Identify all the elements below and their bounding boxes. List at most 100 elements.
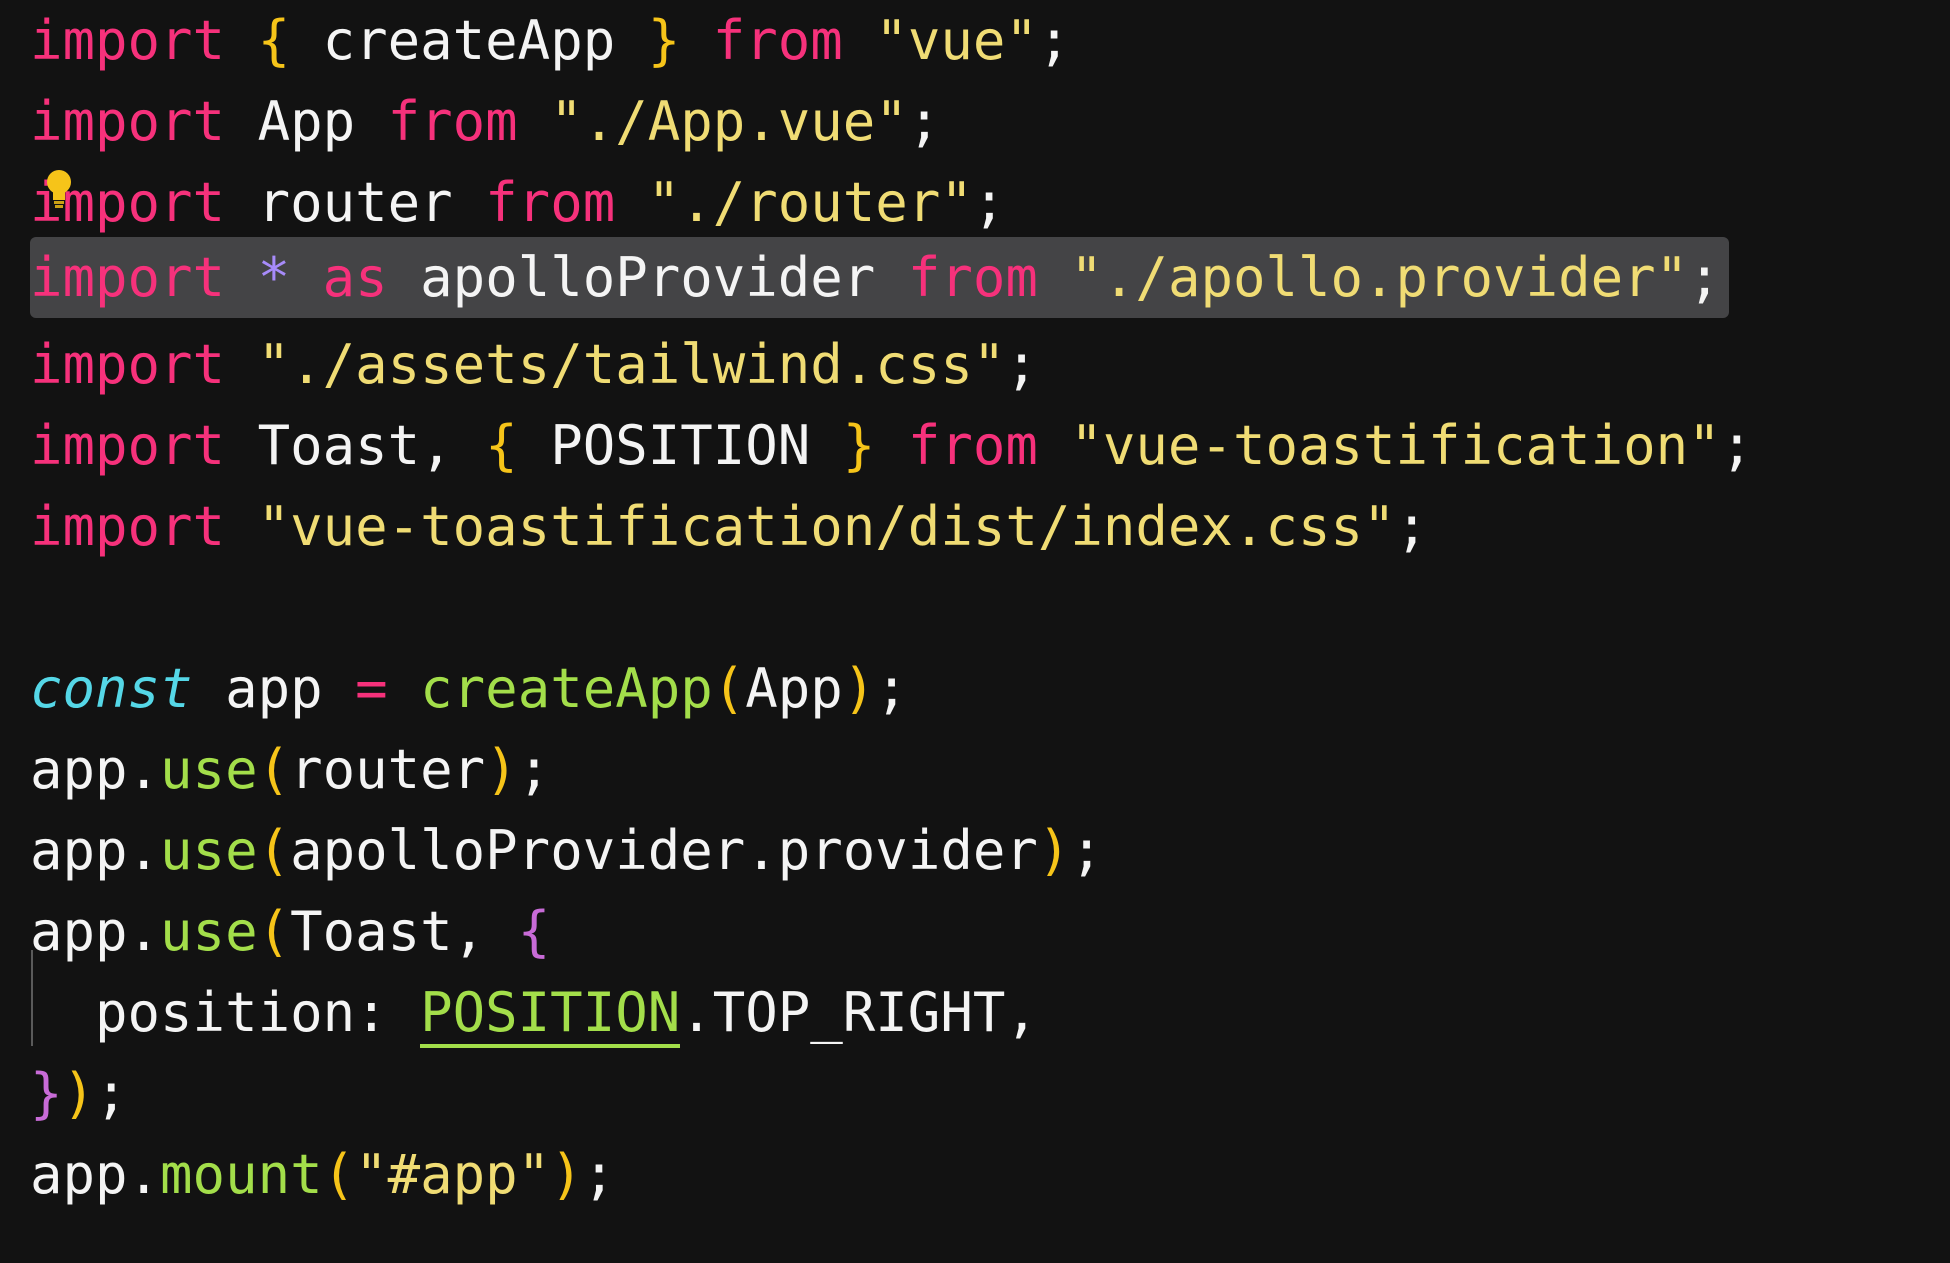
code-line-10[interactable]: app.use(router); (30, 729, 550, 810)
token-paren: ( (257, 738, 291, 801)
token-string: "./router" (647, 171, 973, 234)
token-object: app. (30, 900, 161, 963)
token-identifier: apolloProvider.provider (290, 819, 1038, 882)
token-brace: { (485, 414, 518, 477)
token-identifier: router (225, 171, 486, 234)
token-semicolon: ; (1688, 246, 1721, 309)
token-string: "vue-toastification/dist/index.css" (257, 495, 1396, 558)
token-paren: ( (257, 900, 291, 963)
token-keyword: from (485, 171, 616, 234)
token-brace: { (517, 900, 551, 963)
token-operator: = (355, 657, 388, 720)
token-identifier: app (192, 657, 356, 720)
code-line-11[interactable]: app.use(apolloProvider.provider); (30, 810, 1103, 891)
token-semicolon: ; (95, 1062, 128, 1125)
token-identifier: App (745, 657, 843, 720)
code-line-1[interactable]: import { createApp } from "vue"; (30, 0, 1070, 81)
token-paren: ) (485, 738, 518, 801)
token-paren: ) (550, 1143, 583, 1206)
token-identifier: Toast, (290, 900, 518, 963)
token-paren: ( (257, 819, 291, 882)
token-keyword: import (30, 495, 226, 558)
token-semicolon: ; (1720, 414, 1754, 477)
token-semicolon: ; (582, 1143, 616, 1206)
token-paren: ) (842, 657, 876, 720)
token-keyword: from (712, 9, 843, 72)
token-function: use (160, 819, 258, 882)
code-line-5[interactable]: import "./assets/tailwind.css"; (30, 324, 1038, 405)
token-semicolon: ; (517, 738, 551, 801)
token-identifier: Toast, (225, 414, 486, 477)
token-object: app. (30, 1143, 161, 1206)
token-brace: } (30, 1062, 63, 1125)
token-keyword: as (322, 246, 388, 309)
token-brace: } (842, 414, 876, 477)
code-line-13[interactable]: position: POSITION.TOP_RIGHT, (30, 972, 1038, 1053)
token-keyword-const: const (30, 657, 193, 720)
token-semicolon: ; (1037, 9, 1071, 72)
lightbulb-icon[interactable] (44, 160, 74, 208)
token-paren: ) (62, 1062, 96, 1125)
token-function: use (160, 900, 258, 963)
token-semicolon: ; (1395, 495, 1428, 558)
token-object: app. (30, 819, 161, 882)
token-enum-underlined: POSITION (420, 981, 681, 1048)
token-keyword: from (387, 90, 518, 153)
token-identifier: position: (30, 981, 421, 1044)
token-brace: { (257, 9, 291, 72)
token-keyword: from (907, 414, 1038, 477)
token-identifier: .TOP_RIGHT, (680, 981, 1038, 1044)
code-line-14[interactable]: }); (30, 1053, 128, 1134)
code-line-15[interactable]: app.mount("#app"); (30, 1134, 615, 1215)
token-keyword: import (30, 333, 226, 396)
token-function: createApp (420, 657, 713, 720)
code-line-6[interactable]: import Toast, { POSITION } from "vue-toa… (30, 405, 1753, 486)
token-function: use (160, 738, 258, 801)
code-line-7[interactable]: import "vue-toastification/dist/index.cs… (30, 486, 1428, 567)
token-identifier: createApp (290, 9, 648, 72)
token-keyword: import (30, 246, 226, 309)
code-line-2[interactable]: import App from "./App.vue"; (30, 81, 940, 162)
token-string: "./App.vue" (550, 90, 908, 153)
token-paren: ( (322, 1143, 356, 1206)
token-string: "#app" (355, 1143, 551, 1206)
code-line-3[interactable]: import router from "./router"; (30, 162, 1005, 243)
token-brace: } (647, 9, 681, 72)
token-object: app. (30, 738, 161, 801)
token-semicolon: ; (1005, 333, 1038, 396)
token-keyword: import (30, 414, 226, 477)
token-paren: ) (1037, 819, 1071, 882)
token-keyword: import (30, 90, 226, 153)
token-string: "vue-toastification" (1070, 414, 1721, 477)
token-keyword: import (30, 9, 226, 72)
token-string: "vue" (875, 9, 1038, 72)
token-keyword: from (907, 246, 1038, 309)
token-string: "./assets/tailwind.css" (257, 333, 1006, 396)
code-editor[interactable]: import { createApp } from "vue"; import … (0, 0, 1950, 1263)
token-function: mount (160, 1143, 323, 1206)
token-identifier: router (290, 738, 486, 801)
token-paren: ( (712, 657, 746, 720)
code-line-4-highlighted[interactable]: import * as apolloProvider from "./apoll… (30, 237, 1729, 318)
token-star: * (257, 246, 291, 309)
token-identifier: apolloProvider (420, 246, 876, 309)
token-semicolon: ; (875, 657, 908, 720)
token-identifier: POSITION (517, 414, 843, 477)
code-line-12[interactable]: app.use(Toast, { (30, 891, 550, 972)
code-line-9[interactable]: const app = createApp(App); (30, 648, 908, 729)
token-semicolon: ; (907, 90, 941, 153)
token-identifier: App (225, 90, 388, 153)
token-string: "./apollo.provider" (1070, 246, 1689, 309)
